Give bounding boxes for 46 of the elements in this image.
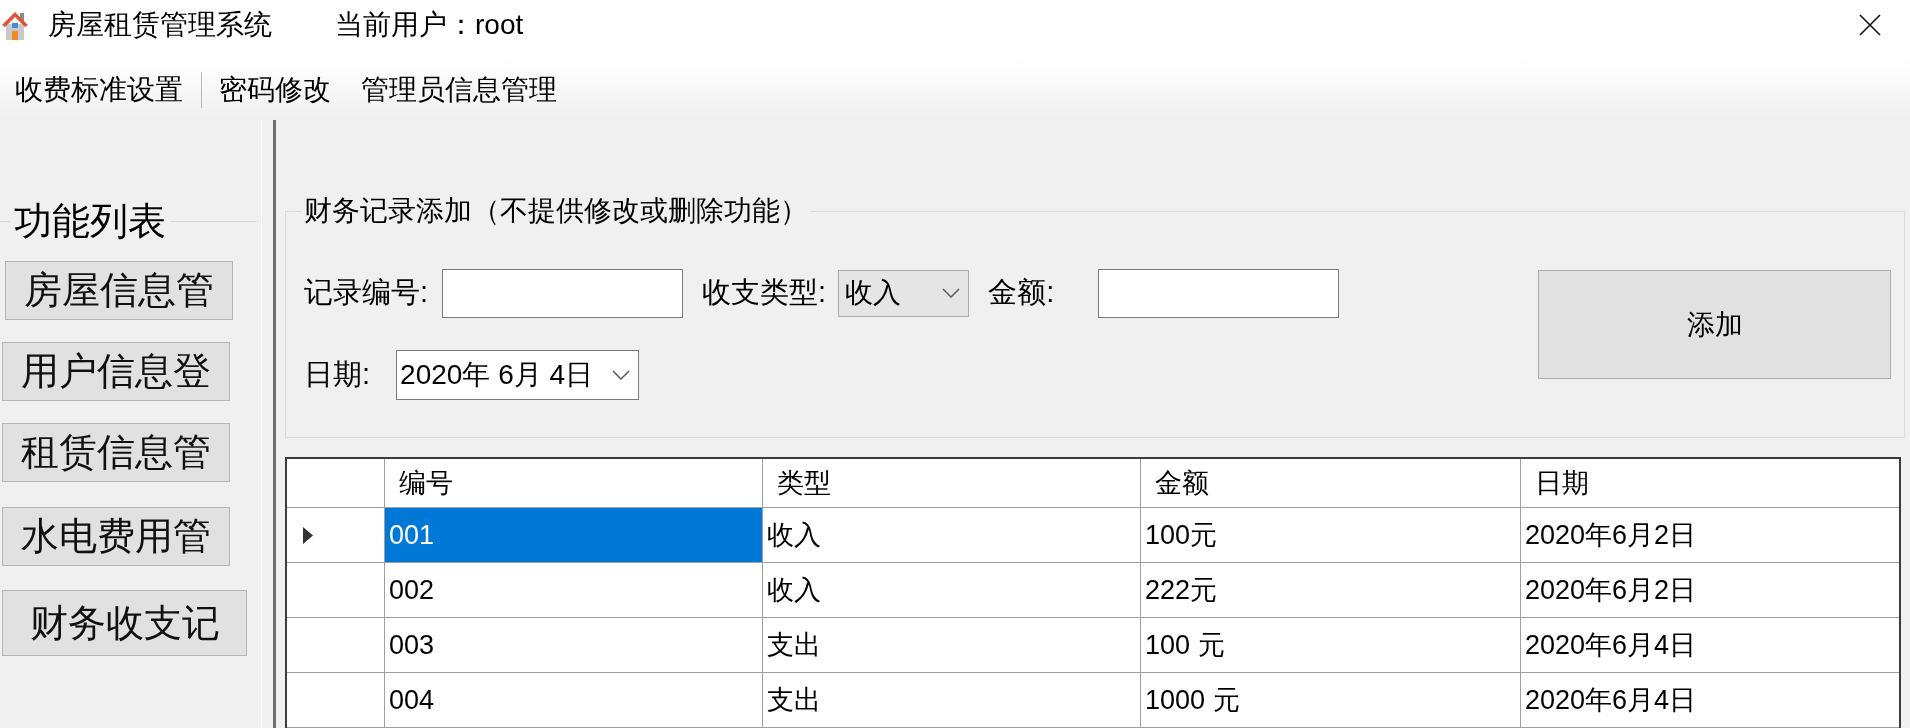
chevron-icon	[942, 288, 961, 298]
nav-button[interactable]: 房屋信息管	[5, 261, 233, 320]
nav-button[interactable]: 租赁信息管	[2, 423, 230, 482]
column-header[interactable]: 类型	[763, 459, 1141, 508]
column-header[interactable]: 金额	[1141, 459, 1521, 508]
table-cell: 收入	[763, 508, 1141, 563]
house-icon	[2, 10, 28, 40]
chevron-icon	[612, 370, 631, 380]
table-cell: 001	[385, 508, 763, 563]
table-cell: 004	[385, 673, 763, 728]
nav-button[interactable]: 财务收支记	[2, 590, 247, 656]
triangle-icon	[303, 526, 313, 544]
field-label: 记录编号:	[304, 275, 429, 310]
date-picker[interactable]: 2020年 6月 4日	[396, 350, 640, 400]
table-cell: 222元	[1141, 563, 1521, 618]
input-field[interactable]	[442, 268, 684, 318]
dropdown[interactable]: 收入	[838, 269, 970, 317]
input-field[interactable]	[1098, 268, 1340, 318]
row-header[interactable]	[287, 618, 385, 673]
group-title: 财务记录添加（不提供修改或删除功能）	[303, 196, 809, 226]
table-cell: 100 元	[1141, 618, 1521, 673]
nav-button[interactable]: 用户信息登	[2, 342, 230, 401]
menu-item[interactable]: 管理员信息管理	[355, 69, 563, 111]
table-cell: 003	[385, 618, 763, 673]
table-cell: 支出	[763, 618, 1141, 673]
menu-item[interactable]: 收费标准设置	[9, 69, 189, 111]
table-cell: 1000 元	[1141, 673, 1521, 728]
current-user: 当前用户：root	[335, 8, 524, 42]
nav-button[interactable]: 水电费用管	[2, 507, 230, 566]
group-title: 功能列表	[13, 199, 167, 243]
add-button[interactable]: 添加	[1538, 270, 1891, 379]
column-header[interactable]: 编号	[385, 459, 763, 508]
field-label: 金额:	[988, 275, 1055, 310]
corner-header[interactable]	[287, 459, 385, 508]
field-label: 日期:	[304, 357, 371, 392]
table-cell: 002	[385, 563, 763, 618]
row-header[interactable]	[287, 508, 385, 563]
row-header[interactable]	[287, 563, 385, 618]
table-cell: 支出	[763, 673, 1141, 728]
field-label: 收支类型:	[702, 275, 827, 310]
menu-item[interactable]: 密码修改	[213, 69, 337, 111]
table-cell: 100元	[1141, 508, 1521, 563]
table-cell: 收入	[763, 563, 1141, 618]
row-header[interactable]	[287, 673, 385, 728]
close-icon	[1859, 14, 1881, 36]
window-title: 房屋租赁管理系统	[48, 8, 272, 42]
